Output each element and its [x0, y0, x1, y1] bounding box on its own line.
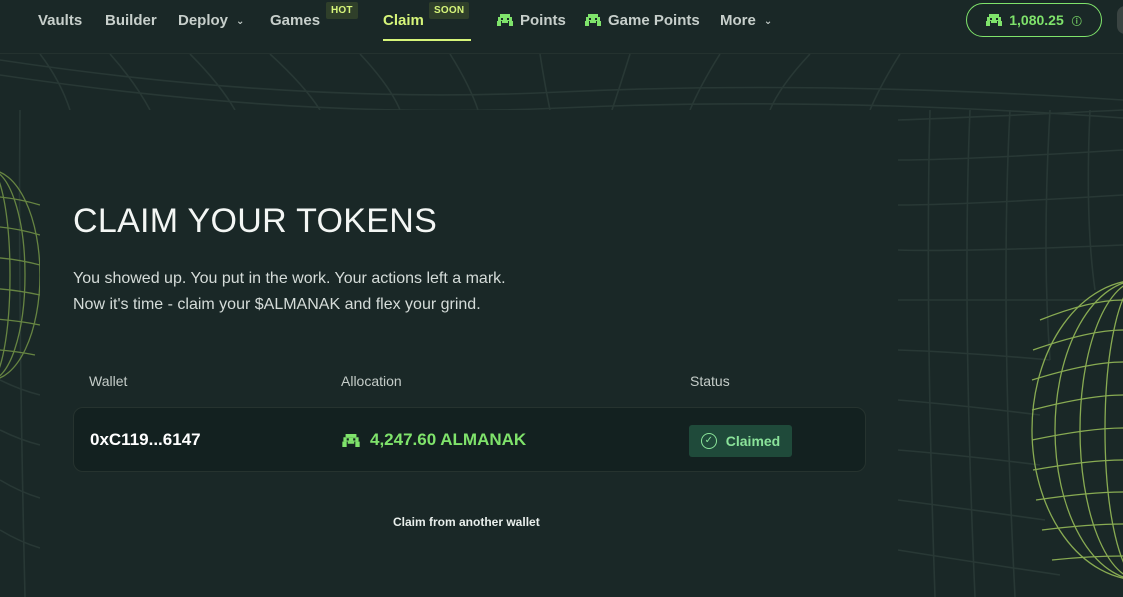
- claim-another-wallet-link[interactable]: Claim from another wallet: [393, 515, 540, 529]
- invader-icon: [986, 14, 1003, 26]
- nav-builder[interactable]: Builder: [105, 0, 157, 40]
- nav-claim-label: Claim: [383, 11, 424, 29]
- nav-games-label: Games: [270, 11, 321, 29]
- nav-games[interactable]: Games: [270, 0, 320, 40]
- nav-more-label: More: [720, 11, 756, 29]
- nav-game-points-label: Game Points: [608, 11, 700, 29]
- column-header-wallet: Wallet: [89, 373, 128, 389]
- nav-deploy[interactable]: Deploy ⌄: [178, 0, 244, 40]
- hot-badge: HOT: [326, 2, 358, 19]
- nav-builder-label: Builder: [105, 11, 157, 29]
- invader-icon: [342, 433, 360, 447]
- status-label: Claimed: [725, 433, 781, 449]
- subtitle-line-1: You showed up. You put in the work. Your…: [73, 270, 506, 287]
- points-balance-button[interactable]: 1,080.25 ⓘ: [966, 3, 1102, 37]
- allocation-amount: 4,247.60 ALMANAK: [342, 430, 526, 450]
- nav-deploy-label: Deploy: [178, 11, 229, 29]
- info-icon: ⓘ: [1071, 16, 1082, 28]
- table-row: 0xC119...6147 4,247.60 ALMANAK ✓ Claimed: [73, 407, 866, 472]
- nav-vaults-label: Vaults: [38, 11, 83, 29]
- soon-badge: SOON: [429, 2, 470, 19]
- status-badge: ✓ Claimed: [689, 425, 792, 457]
- invader-icon: [585, 14, 601, 26]
- nav-vaults[interactable]: Vaults: [38, 0, 82, 40]
- nav-points[interactable]: Points: [497, 0, 566, 40]
- check-circle-icon: ✓: [700, 433, 717, 449]
- subtitle-line-2: Now it's time - claim your $ALMANAK and …: [73, 296, 481, 313]
- nav-game-points[interactable]: Game Points: [585, 0, 700, 40]
- chevron-down-icon: ⌄: [763, 15, 773, 27]
- avatar[interactable]: [1117, 6, 1123, 34]
- page-title: CLAIM YOUR TOKENS: [73, 202, 438, 240]
- top-navigation: Vaults Builder Deploy ⌄ Games HOT Claim …: [0, 0, 1123, 54]
- wallet-address: 0xC119...6147: [90, 430, 201, 449]
- invader-icon: [497, 14, 513, 26]
- column-header-status: Status: [690, 373, 730, 389]
- points-balance-value: 1,080.25: [1009, 12, 1064, 28]
- nav-points-label: Points: [520, 11, 566, 29]
- column-header-allocation: Allocation: [341, 373, 402, 389]
- nav-more[interactable]: More ⌄: [720, 0, 772, 40]
- chevron-down-icon: ⌄: [236, 15, 245, 27]
- allocation-value: 4,247.60 ALMANAK: [370, 430, 527, 449]
